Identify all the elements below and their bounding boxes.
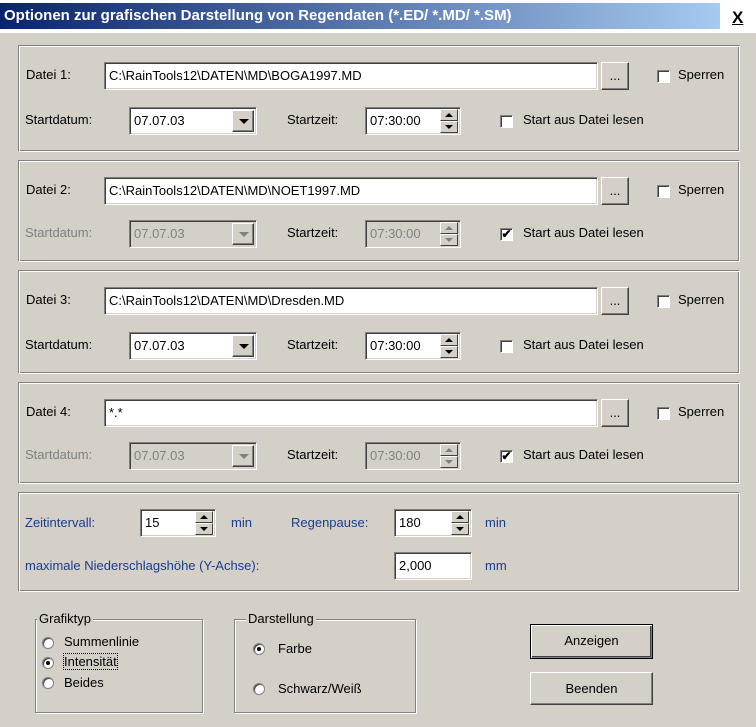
- radio-beides[interactable]: [42, 677, 54, 689]
- file-1-date-label: Startdatum:: [25, 112, 93, 127]
- file-1-lock-label: Sperren: [678, 67, 725, 82]
- file-1-date-picker[interactable]: 07.07.03: [129, 107, 257, 135]
- parameters-group: Zeitintervall: 15 min Regenpause: 180 mi…: [18, 492, 740, 592]
- spin-icon[interactable]: [451, 511, 469, 535]
- title-bar: Optionen zur grafischen Darstellung von …: [0, 0, 756, 33]
- file-3-browse-button[interactable]: ...: [601, 287, 629, 315]
- file-4-read-checkbox[interactable]: ✔: [500, 450, 513, 463]
- file-1-lock-checkbox[interactable]: [657, 70, 670, 83]
- file-4-path-input[interactable]: *.*: [104, 399, 598, 427]
- file-1-date-value: 07.07.03: [134, 113, 185, 128]
- pause-label: Regenpause:: [291, 515, 369, 530]
- radio-intensitaet[interactable]: [42, 657, 54, 669]
- radio-summenlinie[interactable]: [42, 637, 54, 649]
- file-2-browse-button[interactable]: ...: [601, 177, 629, 205]
- file-group-2: Datei 2: C:\RainTools12\DATEN\MD\NOET199…: [18, 160, 740, 262]
- interval-value: 15: [145, 515, 160, 530]
- file-2-date-value: 07.07.03: [134, 226, 185, 241]
- close-button[interactable]: Beenden: [530, 672, 653, 705]
- file-2-time-value: 07:30:00: [370, 226, 421, 241]
- radio-schwarzweiss[interactable]: [253, 683, 265, 695]
- radio-beides-label: Beides: [64, 675, 104, 690]
- file-3-time-label: Startzeit:: [287, 337, 339, 352]
- file-4-browse-button[interactable]: ...: [601, 399, 629, 427]
- file-3-lock-label: Sperren: [678, 292, 725, 307]
- file-3-date-value: 07.07.03: [134, 338, 185, 353]
- max-height-input[interactable]: 2,000: [394, 552, 472, 580]
- file-3-read-checkbox[interactable]: [500, 340, 513, 353]
- file-1-label: Datei 1:: [26, 67, 71, 82]
- interval-label: Zeitintervall:: [25, 515, 96, 530]
- file-2-read-checkbox[interactable]: ✔: [500, 228, 513, 241]
- file-1-path-input[interactable]: C:\RainTools12\DATEN\MD\BOGA1997.MD: [104, 62, 598, 90]
- file-4-date-label: Startdatum:: [25, 447, 93, 462]
- file-3-read-label: Start aus Datei lesen: [523, 337, 644, 352]
- file-2-path-input[interactable]: C:\RainTools12\DATEN\MD\NOET1997.MD: [104, 177, 598, 205]
- chevron-down-icon[interactable]: [232, 445, 254, 467]
- darstellung-group: [234, 619, 416, 713]
- file-1-browse-button[interactable]: ...: [601, 62, 629, 90]
- chevron-down-icon[interactable]: [232, 223, 254, 245]
- file-1-time-spinner[interactable]: 07:30:00: [365, 107, 461, 135]
- spin-icon[interactable]: [440, 222, 458, 246]
- file-group-3: Datei 3: C:\RainTools12\DATEN\MD\Dresden…: [18, 270, 740, 374]
- max-height-label: maximale Niederschlagshöhe (Y-Achse):: [25, 558, 260, 573]
- file-2-date-label: Startdatum:: [25, 225, 93, 240]
- grafiktyp-title: Grafiktyp: [37, 611, 94, 626]
- file-3-time-value: 07:30:00: [370, 338, 421, 353]
- file-1-time-label: Startzeit:: [287, 112, 339, 127]
- interval-spinner[interactable]: 15: [140, 509, 216, 537]
- file-2-label: Datei 2:: [26, 182, 71, 197]
- file-3-date-picker[interactable]: 07.07.03: [129, 332, 257, 360]
- file-2-lock-checkbox[interactable]: [657, 185, 670, 198]
- file-4-time-value: 07:30:00: [370, 448, 421, 463]
- file-2-time-spinner[interactable]: 07:30:00: [365, 220, 461, 248]
- file-4-date-picker[interactable]: 07.07.03: [129, 442, 257, 470]
- file-4-read-label: Start aus Datei lesen: [523, 447, 644, 462]
- radio-farbe-label: Farbe: [278, 641, 312, 656]
- file-2-read-label: Start aus Datei lesen: [523, 225, 644, 240]
- file-2-lock-label: Sperren: [678, 182, 725, 197]
- file-4-time-spinner[interactable]: 07:30:00: [365, 442, 461, 470]
- pause-value: 180: [399, 515, 421, 530]
- pause-spinner[interactable]: 180: [394, 509, 472, 537]
- file-4-label: Datei 4:: [26, 404, 71, 419]
- file-4-lock-checkbox[interactable]: [657, 407, 670, 420]
- close-icon[interactable]: X: [732, 9, 743, 26]
- chevron-down-icon[interactable]: [232, 335, 254, 357]
- spin-icon[interactable]: [440, 444, 458, 468]
- interval-unit: min: [231, 515, 252, 530]
- spin-icon[interactable]: [440, 334, 458, 358]
- dialog-window: Optionen zur grafischen Darstellung von …: [0, 0, 756, 727]
- radio-schwarzweiss-label: Schwarz/Weiß: [278, 681, 362, 696]
- file-group-1: Datei 1: C:\RainTools12\DATEN\MD\BOGA199…: [18, 45, 740, 152]
- file-4-date-value: 07.07.03: [134, 448, 185, 463]
- file-3-label: Datei 3:: [26, 292, 71, 307]
- file-1-time-value: 07:30:00: [370, 113, 421, 128]
- max-height-unit: mm: [485, 558, 507, 573]
- show-button[interactable]: Anzeigen: [530, 624, 653, 659]
- file-2-date-picker[interactable]: 07.07.03: [129, 220, 257, 248]
- chevron-down-icon[interactable]: [232, 110, 254, 132]
- file-3-time-spinner[interactable]: 07:30:00: [365, 332, 461, 360]
- spin-icon[interactable]: [440, 109, 458, 133]
- spin-icon[interactable]: [195, 511, 213, 535]
- file-4-lock-label: Sperren: [678, 404, 725, 419]
- file-1-read-checkbox[interactable]: [500, 115, 513, 128]
- file-3-path-input[interactable]: C:\RainTools12\DATEN\MD\Dresden.MD: [104, 287, 598, 315]
- darstellung-title: Darstellung: [246, 611, 316, 626]
- file-3-lock-checkbox[interactable]: [657, 295, 670, 308]
- window-title: Optionen zur grafischen Darstellung von …: [0, 3, 720, 29]
- radio-farbe[interactable]: [253, 643, 265, 655]
- file-3-date-label: Startdatum:: [25, 337, 93, 352]
- radio-summenlinie-label: Summenlinie: [64, 634, 140, 649]
- pause-unit: min: [485, 515, 506, 530]
- file-1-read-label: Start aus Datei lesen: [523, 112, 644, 127]
- file-4-time-label: Startzeit:: [287, 447, 339, 462]
- radio-intensitaet-label: Intensität: [63, 653, 118, 670]
- file-group-4: Datei 4: *.* ... Sperren Startdatum: 07.…: [18, 382, 740, 484]
- file-2-time-label: Startzeit:: [287, 225, 339, 240]
